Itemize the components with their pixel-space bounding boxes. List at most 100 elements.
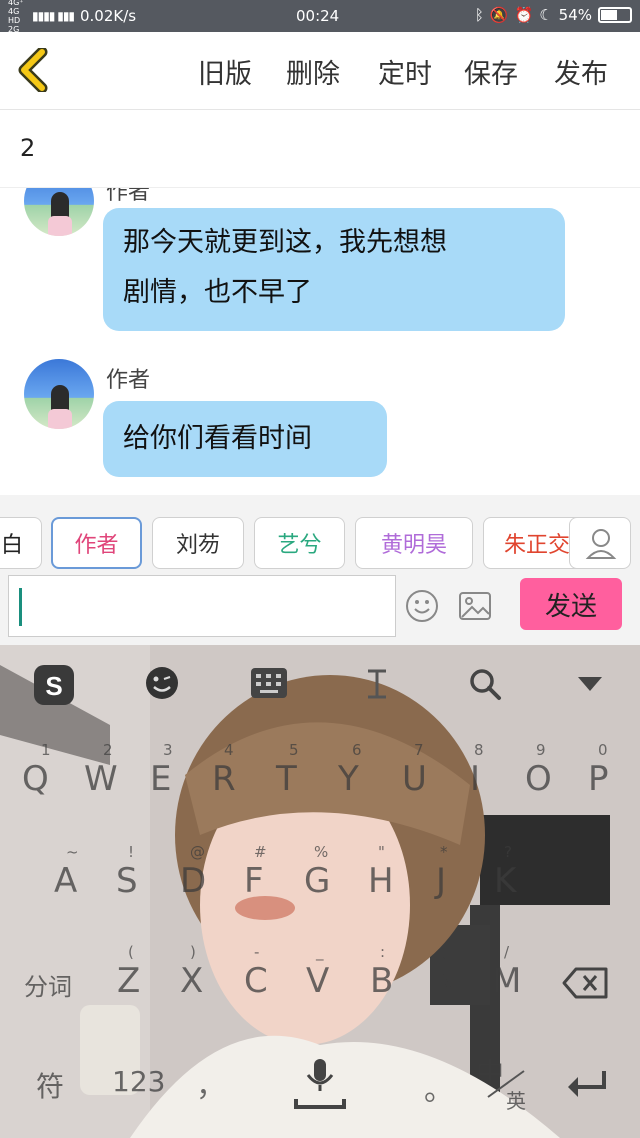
period-key[interactable]: 。 [424, 1065, 454, 1109]
keyboard-layout-icon[interactable] [250, 667, 288, 699]
key-hint: ? [504, 843, 512, 861]
key-k[interactable]: K [494, 861, 516, 901]
moon-icon: ☾ [539, 6, 553, 24]
emoji-icon[interactable] [405, 589, 439, 623]
emoji-face-icon[interactable] [144, 665, 180, 701]
key-f[interactable]: F [244, 861, 264, 901]
key-b[interactable]: B [370, 961, 393, 1001]
key-hint: * [440, 843, 448, 861]
key-hint: 6 [352, 741, 362, 759]
character-name: 刘芴 [175, 533, 220, 558]
character-name: 黄明昊 [380, 533, 447, 558]
key-j[interactable]: J [436, 861, 446, 901]
search-icon[interactable] [468, 667, 502, 701]
key-hint: 0 [598, 741, 608, 759]
backspace-icon[interactable] [562, 967, 608, 999]
schedule-button[interactable]: 定时 [378, 52, 432, 91]
key-c[interactable]: C [244, 961, 268, 1001]
key-n[interactable]: N [432, 961, 457, 1001]
language-switch-key[interactable]: 中 英 [474, 1051, 534, 1113]
key-i[interactable]: I [470, 759, 480, 799]
enter-icon[interactable] [564, 1069, 610, 1099]
character-tab[interactable]: 白 [0, 517, 42, 569]
network-top: 4G⁺ 4G [8, 0, 24, 16]
key-m[interactable]: M [492, 961, 521, 1001]
bluetooth-icon: ᛒ [474, 6, 484, 24]
key-hint: 4 [224, 741, 234, 759]
key-z[interactable]: Z [117, 961, 140, 1001]
key-r[interactable]: R [212, 759, 236, 799]
character-tab[interactable]: 朱正交 [483, 517, 583, 569]
delete-button[interactable]: 删除 [286, 52, 340, 91]
number-key[interactable]: 123 [112, 1065, 165, 1098]
key-hint: ; [442, 943, 448, 961]
key-e[interactable]: E [150, 759, 171, 799]
key-hint: - [254, 943, 260, 961]
key-o[interactable]: O [525, 759, 552, 799]
top-toolbar: 旧版 删除 定时 保存 发布 [0, 32, 640, 110]
key-h[interactable]: H [368, 861, 394, 901]
key-hint: 3 [163, 741, 173, 759]
character-name: 艺兮 [277, 533, 322, 558]
key-hint: " [378, 843, 385, 861]
alarm-icon: ⏰ [514, 6, 534, 24]
comma-key[interactable]: ， [196, 1061, 226, 1105]
avatar[interactable] [24, 188, 94, 236]
character-tab[interactable]: 刘芴 [152, 517, 244, 569]
message-bubble[interactable]: 给你们看看时间 [103, 401, 387, 477]
image-icon[interactable] [458, 591, 492, 621]
key-p[interactable]: P [588, 759, 609, 799]
publish-button[interactable]: 发布 [554, 52, 608, 91]
space-mic-icon[interactable] [292, 1055, 348, 1111]
character-tab-author[interactable]: 作者 [51, 517, 142, 569]
mute-bell-icon: 🔕 [489, 6, 509, 24]
chat-area[interactable]: 作者 那今天就更到这，我先想想 剧情，也不早了 作者 给你们看看时间 [0, 188, 640, 495]
key-hint: 2 [103, 741, 113, 759]
message-input[interactable] [8, 575, 396, 637]
add-character-button[interactable] [569, 517, 631, 569]
key-x[interactable]: X [180, 961, 203, 1001]
key-s[interactable]: S [116, 861, 138, 901]
key-hint: ( [128, 943, 134, 961]
key-d[interactable]: D [180, 861, 206, 901]
collapse-keyboard-icon[interactable] [576, 675, 604, 693]
back-chevron-icon [18, 46, 48, 94]
send-button[interactable]: 发送 [520, 578, 622, 630]
character-name: 白 [0, 533, 23, 558]
key-a[interactable]: A [54, 861, 77, 901]
character-name: 朱正交 [504, 533, 571, 558]
cursor-edit-icon[interactable] [362, 667, 392, 701]
key-g[interactable]: G [304, 861, 330, 901]
key-hint: 9 [536, 741, 546, 759]
sogou-logo-icon[interactable]: S [32, 663, 76, 707]
key-u[interactable]: U [402, 759, 427, 799]
key-hint: _ [316, 943, 324, 961]
key-t[interactable]: T [276, 759, 297, 799]
key-hint: 8 [474, 741, 484, 759]
back-button[interactable] [14, 46, 54, 94]
key-v[interactable]: V [306, 961, 329, 1001]
key-w[interactable]: W [84, 759, 118, 799]
key-y[interactable]: Y [338, 759, 359, 799]
segment-key[interactable]: 分词 [24, 967, 72, 1002]
chapter-title: 2 [20, 134, 36, 162]
author-name: 作者 [106, 188, 151, 205]
key-hint: / [504, 943, 510, 961]
character-tab[interactable]: 黄明昊 [355, 517, 473, 569]
symbol-key[interactable]: 符 [36, 1065, 64, 1105]
status-bar: 4G⁺ 4G HD 2G ▮▮▮▮ ▮▮▮ 0.02K/s 00:24 ᛒ 🔕 … [0, 0, 640, 34]
save-button[interactable]: 保存 [464, 52, 518, 91]
key-hint: ! [128, 843, 135, 861]
sogou-logo: S [45, 671, 62, 701]
author-name: 作者 [106, 368, 151, 393]
avatar[interactable] [24, 359, 94, 429]
lang-sub: 英 [506, 1089, 526, 1113]
key-q[interactable]: Q [22, 759, 49, 799]
chapter-title-field[interactable]: 2 [0, 110, 640, 188]
character-selector: 白 作者 刘芴 艺兮 黄明昊 朱正交 [0, 495, 640, 573]
message-bubble[interactable]: 那今天就更到这，我先想想 剧情，也不早了 [103, 208, 565, 331]
signal-bars-icon: ▮▮▮▮ ▮▮▮ [32, 9, 75, 23]
old-version-button[interactable]: 旧版 [198, 52, 252, 91]
character-tab[interactable]: 艺兮 [254, 517, 345, 569]
key-hint: ~ [66, 843, 79, 861]
